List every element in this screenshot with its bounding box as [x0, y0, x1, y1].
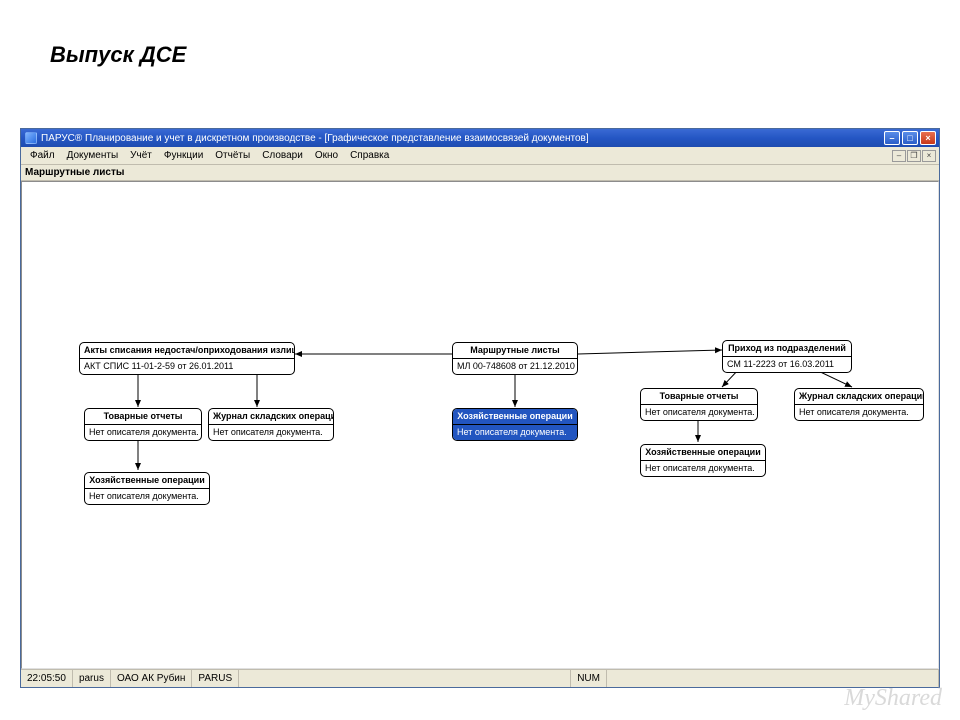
node-zhurnal-skladskikh-right[interactable]: Журнал складских операций Нет описателя … [794, 388, 924, 421]
node-title: Хозяйственные операции [85, 473, 209, 489]
node-khozyaystvennye-operatsii-right[interactable]: Хозяйственные операции Нет описателя док… [640, 444, 766, 477]
node-title: Журнал складских операций [795, 389, 923, 405]
node-body: Нет описателя документа. [85, 489, 209, 504]
menu-help[interactable]: Справка [344, 150, 395, 161]
slide-title: Выпуск ДСЕ [50, 42, 186, 68]
node-khozyaystvennye-operatsii-selected[interactable]: Хозяйственные операции Нет описателя док… [452, 408, 578, 441]
mdi-minimize-button[interactable]: – [892, 150, 906, 162]
status-time: 22:05:50 [21, 670, 73, 687]
mdi-restore-button[interactable]: ❐ [907, 150, 921, 162]
close-button[interactable]: × [920, 131, 936, 145]
node-title: Хозяйственные операции [453, 409, 577, 425]
menu-dictionaries[interactable]: Словари [256, 150, 309, 161]
node-body: Нет описателя документа. [641, 405, 757, 420]
node-title: Товарные отчеты [85, 409, 201, 425]
node-title: Маршрутные листы [453, 343, 577, 359]
node-title: Приход из подразделений [723, 341, 851, 357]
node-title: Акты списания недостач/оприходования изл… [80, 343, 294, 359]
diagram-canvas[interactable]: Акты списания недостач/оприходования изл… [21, 181, 939, 669]
maximize-button[interactable]: □ [902, 131, 918, 145]
node-tovarnye-otchety-right[interactable]: Товарные отчеты Нет описателя документа. [640, 388, 758, 421]
app-icon [25, 132, 37, 144]
node-title: Товарные отчеты [641, 389, 757, 405]
document-tab[interactable]: Маршрутные листы [21, 165, 939, 181]
menu-documents[interactable]: Документы [61, 150, 125, 161]
node-title: Хозяйственные операции [641, 445, 765, 461]
status-user: parus [73, 670, 111, 687]
app-window: ПАРУС® Планирование и учет в дискретном … [20, 128, 940, 688]
node-title: Журнал складских операций [209, 409, 333, 425]
status-numlock: NUM [571, 670, 607, 687]
status-db: PARUS [192, 670, 239, 687]
menu-accounting[interactable]: Учёт [124, 150, 158, 161]
node-body: Нет описателя документа. [209, 425, 333, 440]
menu-window[interactable]: Окно [309, 150, 344, 161]
node-tovarnye-otchety-left[interactable]: Товарные отчеты Нет описателя документа. [84, 408, 202, 441]
menubar: Файл Документы Учёт Функции Отчёты Слова… [21, 147, 939, 165]
node-body: АКТ СПИС 11-01-2-59 от 26.01.2011 [80, 359, 294, 374]
node-marshrutnye-listy[interactable]: Маршрутные листы МЛ 00-748608 от 21.12.2… [452, 342, 578, 375]
menu-reports[interactable]: Отчёты [209, 150, 256, 161]
window-title: ПАРУС® Планирование и учет в дискретном … [41, 133, 882, 144]
node-body: Нет описателя документа. [641, 461, 765, 476]
node-body: Нет описателя документа. [795, 405, 923, 420]
node-khozyaystvennye-operatsii-left[interactable]: Хозяйственные операции Нет описателя док… [84, 472, 210, 505]
node-body: Нет описателя документа. [85, 425, 201, 440]
status-spacer [239, 670, 571, 687]
mdi-buttons: – ❐ × [892, 150, 939, 162]
menu-functions[interactable]: Функции [158, 150, 209, 161]
minimize-button[interactable]: – [884, 131, 900, 145]
menu-file[interactable]: Файл [24, 150, 61, 161]
node-zhurnal-skladskikh-left[interactable]: Журнал складских операций Нет описателя … [208, 408, 334, 441]
node-body: МЛ 00-748608 от 21.12.2010 [453, 359, 577, 374]
statusbar: 22:05:50 parus ОАО АК Рубин PARUS NUM [21, 669, 939, 687]
status-org: ОАО АК Рубин [111, 670, 192, 687]
node-prikhod-iz-podrazdeleniy[interactable]: Приход из подразделений СМ 11-2223 от 16… [722, 340, 852, 373]
mdi-close-button[interactable]: × [922, 150, 936, 162]
node-body: СМ 11-2223 от 16.03.2011 [723, 357, 851, 372]
node-akty-spisaniya[interactable]: Акты списания недостач/оприходования изл… [79, 342, 295, 375]
node-body: Нет описателя документа. [453, 425, 577, 440]
watermark: MyShared [844, 685, 942, 712]
titlebar: ПАРУС® Планирование и учет в дискретном … [21, 129, 939, 147]
